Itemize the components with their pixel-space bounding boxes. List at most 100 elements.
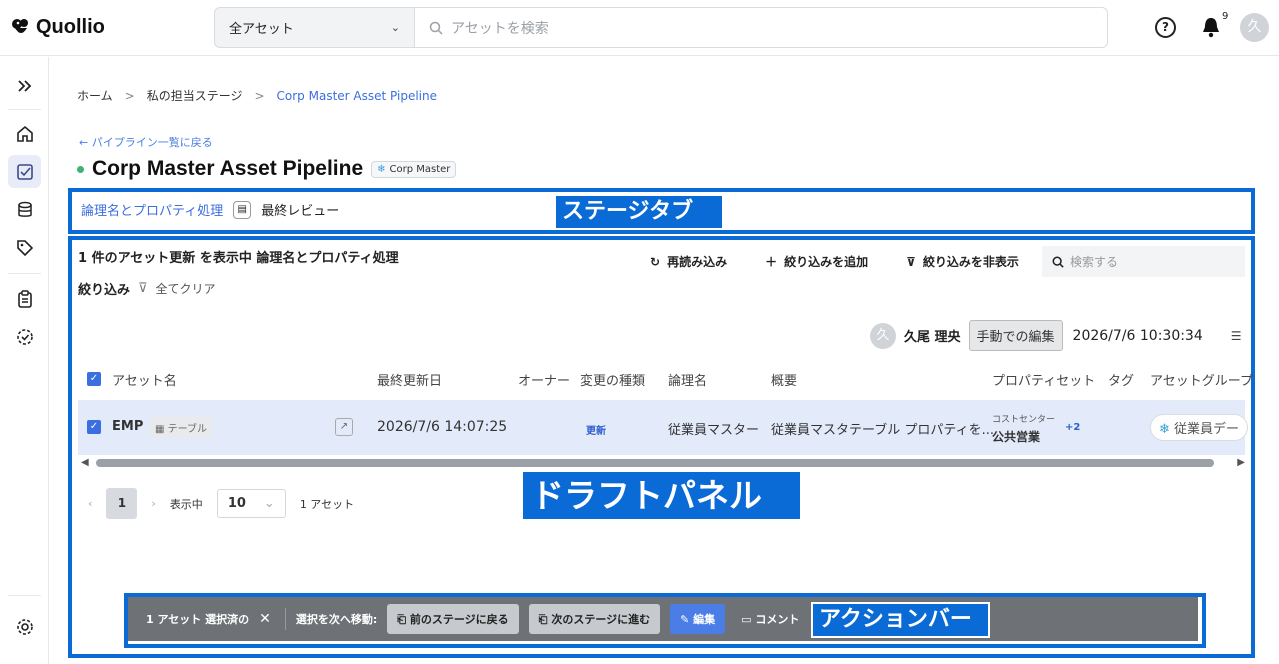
breadcrumb-my-stages[interactable]: 私の担当ステージ bbox=[147, 87, 243, 104]
page-number[interactable]: 1 bbox=[106, 488, 138, 519]
column-last-updated[interactable]: 最終更新日 bbox=[377, 370, 442, 389]
chevron-down-icon: ⌄ bbox=[390, 21, 400, 34]
scroll-right-arrow-icon[interactable]: ▶ bbox=[1237, 457, 1245, 468]
panel-search-placeholder: 検索する bbox=[1070, 255, 1119, 269]
sidebar bbox=[0, 57, 49, 664]
home-icon[interactable] bbox=[8, 117, 41, 150]
move-label: 選択を次へ移動: bbox=[295, 613, 378, 626]
property-key: コストセンター bbox=[992, 415, 1056, 425]
reload-button[interactable]: ↻ 再読み込み bbox=[650, 253, 727, 270]
edit-mode-badge: 手動での編集 bbox=[968, 320, 1063, 351]
edit-button[interactable]: ✎ 編集 bbox=[670, 604, 726, 634]
prev-page-icon[interactable]: ‹ bbox=[88, 497, 92, 510]
reload-label: 再読み込み bbox=[667, 255, 728, 269]
help-icon[interactable]: ? bbox=[1155, 17, 1176, 38]
column-property-set[interactable]: プロパティセット bbox=[992, 370, 1095, 389]
sidebar-divider bbox=[8, 109, 41, 110]
stage-tab[interactable]: 論理名とプロパティ処理 ▤ 最終レビュー bbox=[81, 200, 339, 219]
scope-select[interactable]: 全アセット ⌄ bbox=[214, 7, 415, 48]
breadcrumb-current[interactable]: Corp Master Asset Pipeline bbox=[277, 89, 437, 103]
column-owner[interactable]: オーナー bbox=[518, 370, 570, 389]
page-title-row: Corp Master Asset Pipeline ❄ Corp Master bbox=[77, 157, 457, 181]
filter-clear-icon: ⊽ bbox=[138, 281, 148, 296]
next-stage-label: 次のステージに進む bbox=[551, 613, 651, 626]
expand-sidebar-icon[interactable] bbox=[8, 69, 41, 102]
settings-gear-icon[interactable] bbox=[8, 610, 41, 643]
tab-final-review[interactable]: 最終レビュー bbox=[261, 200, 339, 219]
per-page-select[interactable]: 10 ⌄ bbox=[216, 489, 286, 518]
tab-logical-name-property[interactable]: 論理名とプロパティ処理 bbox=[81, 200, 223, 219]
close-icon[interactable]: ✕ bbox=[259, 611, 271, 627]
status-dot bbox=[77, 165, 84, 173]
column-asset-name[interactable]: アセット名 bbox=[112, 370, 177, 389]
last-updated: 2026/7/6 14:07:25 bbox=[377, 419, 508, 435]
add-filter-label: 絞り込みを追加 bbox=[784, 255, 869, 269]
top-bar: Quollio 全アセット ⌄ アセットを検索 ? 9 久 bbox=[0, 0, 1279, 56]
per-page-value: 10 bbox=[227, 496, 246, 511]
scroll-thumb[interactable] bbox=[96, 459, 1214, 467]
pagination: ‹ 1 › 表示中 10 ⌄ 1 アセット bbox=[88, 488, 354, 519]
next-page-icon[interactable]: › bbox=[151, 497, 155, 510]
clear-all-button[interactable]: 全てクリア bbox=[156, 280, 216, 297]
select-all-checkbox[interactable]: ✓ bbox=[87, 372, 101, 386]
column-summary[interactable]: 概要 bbox=[771, 370, 797, 389]
row-checkbox[interactable]: ✓ bbox=[87, 420, 101, 434]
asset-group-chip[interactable]: ❄ 従業員デー bbox=[1150, 414, 1249, 441]
comment-icon: ▭ bbox=[741, 613, 752, 626]
breadcrumb-home[interactable]: ホーム bbox=[77, 87, 113, 104]
comment-button[interactable]: ▭ コメント bbox=[735, 604, 805, 634]
logo-text: Quollio bbox=[36, 15, 105, 38]
table-header: ✓ アセット名 最終更新日 オーナー 変更の種類 論理名 概要 プロパティセット… bbox=[78, 360, 1253, 400]
asset-type-label: テーブル bbox=[167, 424, 208, 435]
snowflake-icon: ❄ bbox=[377, 163, 386, 175]
back-to-pipelines-link[interactable]: ← パイプライン一覧に戻る bbox=[79, 134, 213, 150]
property-more[interactable]: +2 bbox=[1065, 422, 1080, 433]
document-icon: ▤ bbox=[233, 200, 252, 219]
table-icon: ▦ bbox=[155, 424, 165, 435]
user-avatar[interactable]: 久 bbox=[1240, 13, 1269, 42]
add-filter-button[interactable]: ＋ 絞り込みを追加 bbox=[765, 253, 868, 270]
annotation-stage-tab: ステージタブ bbox=[556, 196, 722, 228]
snowflake-icon: ❄ bbox=[1159, 422, 1170, 437]
global-search-input[interactable]: アセットを検索 bbox=[414, 7, 1108, 48]
panel-toolbar: ↻ 再読み込み ＋ 絞り込みを追加 ⊽ 絞り込みを非表示 bbox=[650, 253, 1019, 270]
filter-off-icon: ⊽ bbox=[906, 255, 916, 269]
horizontal-scrollbar[interactable]: ◀ ▶ bbox=[78, 457, 1245, 469]
approval-icon[interactable] bbox=[8, 320, 41, 353]
column-change-type[interactable]: 変更の種類 bbox=[580, 370, 645, 389]
next-stage-button[interactable]: ⎗ 次のステージに進む bbox=[528, 604, 661, 634]
asset-summary: 従業員マスタテーブル プロパティを... bbox=[771, 423, 994, 438]
scroll-left-arrow-icon[interactable]: ◀ bbox=[81, 457, 89, 468]
open-external-icon[interactable]: ↗ bbox=[335, 418, 353, 436]
edit-label: 編集 bbox=[693, 613, 716, 626]
filter-row: 絞り込み ⊽ 全てクリア bbox=[78, 279, 216, 298]
column-asset-group[interactable]: アセットグループ bbox=[1150, 370, 1253, 389]
property-value: 公共営業 bbox=[992, 430, 1041, 444]
folder-back-icon: ⎗ bbox=[397, 613, 407, 626]
plus-icon: ＋ bbox=[765, 255, 778, 269]
panel-search-input[interactable]: 検索する bbox=[1042, 246, 1245, 277]
clipboard-icon[interactable] bbox=[8, 282, 41, 315]
notification-count: 9 bbox=[1222, 11, 1229, 22]
selected-count: 1 アセット 選択済の ✕ bbox=[142, 611, 275, 627]
column-settings-icon[interactable]: ☰ bbox=[1231, 329, 1242, 343]
editor-info: 久 久尾 理央 手動での編集 2026/7/6 10:30:34 ☰ bbox=[870, 320, 1242, 351]
refresh-icon: ↻ bbox=[650, 255, 661, 269]
quollio-logo-icon bbox=[12, 19, 28, 33]
hide-filter-button[interactable]: ⊽ 絞り込みを非表示 bbox=[906, 253, 1019, 270]
bell-icon[interactable] bbox=[1200, 15, 1222, 39]
database-icon[interactable] bbox=[8, 193, 41, 226]
search-icon bbox=[1052, 256, 1064, 268]
my-tasks-icon[interactable] bbox=[8, 155, 41, 188]
asset-name[interactable]: EMP bbox=[112, 419, 143, 434]
tag-icon[interactable] bbox=[8, 231, 41, 264]
prev-stage-button[interactable]: ⎗ 前のステージに戻る bbox=[387, 604, 519, 634]
logo[interactable]: Quollio bbox=[10, 14, 105, 40]
domain-badge-label: Corp Master bbox=[389, 163, 451, 175]
table-row[interactable]: ✓ EMP ▦ テーブル ↗ 2026/7/6 14:07:25 更新 従業員マ… bbox=[78, 400, 1249, 455]
logical-name: 従業員マスター bbox=[668, 423, 760, 438]
chevron-right-icon: > bbox=[124, 88, 135, 103]
column-tags[interactable]: タグ bbox=[1108, 370, 1134, 389]
editor-avatar: 久 bbox=[870, 322, 896, 349]
column-logical-name[interactable]: 論理名 bbox=[668, 370, 707, 389]
